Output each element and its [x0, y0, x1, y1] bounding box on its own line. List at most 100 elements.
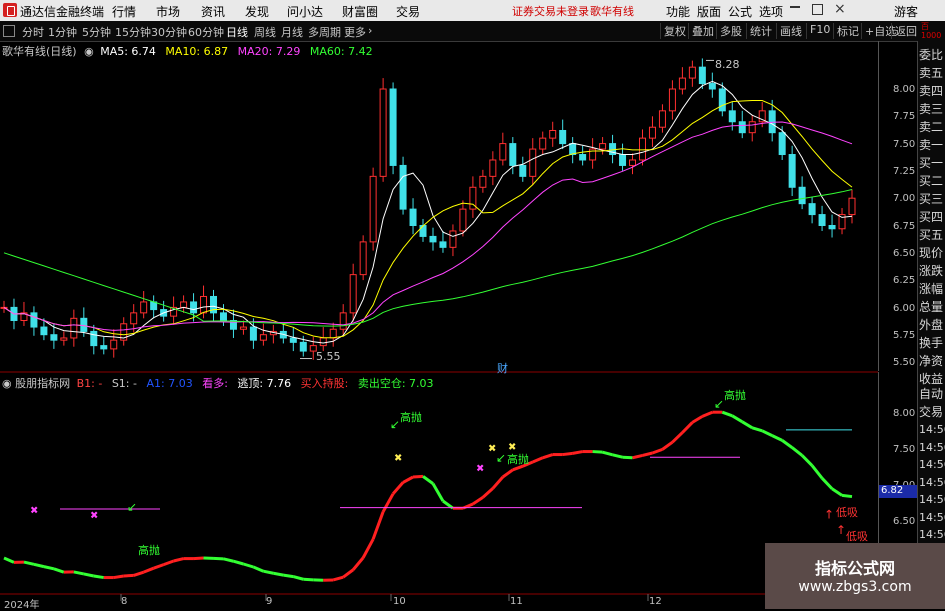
- candle-body-60: [600, 144, 606, 149]
- period-more[interactable]: 更多: [344, 24, 366, 40]
- side-item-16[interactable]: 换手: [919, 334, 943, 351]
- menu-gongneng[interactable]: 功能: [666, 3, 690, 20]
- sub-trend-seg-49: [483, 488, 493, 497]
- side-item-12[interactable]: 涨跌: [919, 262, 943, 279]
- axis-tick-675: 6.75: [893, 221, 915, 232]
- maximize-icon[interactable]: [812, 4, 823, 15]
- period-30min[interactable]: 30分钟: [151, 24, 187, 40]
- period-fenshi[interactable]: 分时: [22, 24, 44, 40]
- btn-f10[interactable]: F10: [806, 23, 833, 39]
- btn-biaoji[interactable]: 标记: [833, 23, 862, 39]
- candle-body-18: [181, 302, 187, 307]
- menu-shichang[interactable]: 市场: [156, 3, 180, 20]
- candle-body-63: [630, 160, 636, 165]
- sub-trend-seg-54: [533, 458, 543, 462]
- btn-fuquan[interactable]: 复权: [660, 23, 689, 39]
- sub-trend-seg-42: [413, 476, 423, 477]
- side-item-1[interactable]: 卖五: [919, 64, 943, 81]
- btn-diejia[interactable]: 叠加: [688, 23, 717, 39]
- period-1min[interactable]: 1分钟: [48, 24, 77, 40]
- side-item-13[interactable]: 涨幅: [919, 280, 943, 297]
- candle-body-4: [41, 327, 47, 335]
- period-15min[interactable]: 15分钟: [115, 24, 151, 40]
- menu-wenxiaoda[interactable]: 问小达: [287, 3, 323, 20]
- side-item-14[interactable]: 总量: [919, 298, 943, 315]
- dixi-arrow-0: ↑: [824, 507, 834, 521]
- login-notice[interactable]: 证券交易未登录: [512, 3, 589, 19]
- side-time-5: 14:56: [919, 511, 945, 524]
- sub-trend-seg-82: [812, 466, 822, 479]
- side-item-17[interactable]: 净资: [919, 352, 943, 369]
- menu-zixun[interactable]: 资讯: [201, 3, 225, 20]
- taoding-marker-0: ✖: [394, 453, 402, 464]
- legend-a1: A1: 7.03: [146, 377, 192, 390]
- candle-body-33: [330, 329, 336, 338]
- btn-huaxian[interactable]: 画线: [776, 23, 805, 39]
- axis-tick-700: 7.00: [893, 193, 915, 204]
- side-item-10[interactable]: 买五: [919, 226, 943, 243]
- sub-settings-icon[interactable]: ◉: [2, 377, 12, 390]
- candle-body-56: [560, 130, 566, 143]
- period-5min[interactable]: 5分钟: [82, 24, 111, 40]
- chart-canvas[interactable]: ✖✖✖✖✖✖↙↙↙↙↑↑: [0, 41, 878, 609]
- side-mid-item-1[interactable]: 交易: [919, 403, 943, 420]
- panel-toggle-icon[interactable]: [3, 25, 15, 37]
- sub-trend-seg-24: [233, 561, 243, 564]
- btn-tongji[interactable]: 统计: [746, 23, 775, 39]
- side-item-8[interactable]: 买三: [919, 190, 943, 207]
- guest-label[interactable]: 游客: [894, 3, 918, 20]
- side-item-3[interactable]: 卖三: [919, 100, 943, 117]
- side-item-5[interactable]: 卖一: [919, 136, 943, 153]
- chevron-right-icon[interactable]: ›: [368, 24, 372, 37]
- candle-body-35: [350, 275, 356, 313]
- axis-tick-650: 6.50: [893, 248, 915, 259]
- app-logo-icon: [3, 3, 17, 17]
- side-item-0[interactable]: 委比: [919, 46, 943, 63]
- menu-jiaoyi[interactable]: 交易: [396, 3, 420, 20]
- side-item-2[interactable]: 卖四: [919, 82, 943, 99]
- sub-trend-seg-14: [134, 572, 144, 575]
- menu-bar: 通达信金融终端 行情 市场 资讯 发现 问小达 财富圈 交易 证券交易未登录 歌…: [0, 0, 945, 22]
- candle-body-83: [829, 226, 835, 229]
- sub-trend-seg-51: [503, 470, 513, 477]
- candle-body-70: [699, 67, 705, 83]
- side-item-11[interactable]: 现价: [919, 244, 943, 261]
- menu-hangqing[interactable]: 行情: [112, 3, 136, 20]
- candle-body-30: [300, 342, 306, 351]
- candle-body-38: [380, 89, 386, 176]
- period-multi[interactable]: 多周期: [308, 24, 341, 40]
- side-item-9[interactable]: 买四: [919, 208, 943, 225]
- candle-body-39: [390, 89, 396, 165]
- sub-trend-seg-71: [702, 412, 712, 416]
- period-daily[interactable]: 日线: [226, 24, 248, 40]
- side-item-6[interactable]: 买一: [919, 154, 943, 171]
- menu-faxian[interactable]: 发现: [245, 3, 269, 20]
- watermark-url: www.zbgs3.com: [765, 579, 945, 595]
- menu-xuanxiang[interactable]: 选项: [759, 3, 783, 20]
- candle-body-71: [709, 84, 715, 89]
- btn-fanhui[interactable]: 返回: [891, 23, 920, 39]
- date-9: 9: [266, 596, 272, 607]
- side-item-15[interactable]: 外盘: [919, 316, 943, 333]
- sub-trend-seg-39: [383, 494, 393, 512]
- side-item-7[interactable]: 买二: [919, 172, 943, 189]
- candle-body-10: [101, 346, 107, 349]
- btn-duogu[interactable]: 多股: [716, 23, 745, 39]
- date-11: 11: [510, 596, 523, 607]
- legend-kanduo: 看多:: [202, 377, 228, 390]
- period-monthly[interactable]: 月线: [281, 24, 303, 40]
- menu-banmian[interactable]: 版面: [697, 3, 721, 20]
- sub-trend-seg-80: [792, 448, 802, 456]
- finance-event-label[interactable]: 财: [497, 360, 508, 376]
- close-icon[interactable]: ×: [834, 1, 846, 17]
- candle-body-5: [51, 335, 57, 340]
- period-60min[interactable]: 60分钟: [188, 24, 224, 40]
- candle-body-75: [749, 122, 755, 133]
- sub-trend-seg-67: [662, 442, 672, 449]
- side-mid-item-0[interactable]: 自动: [919, 385, 943, 402]
- menu-caifuquan[interactable]: 财富圈: [342, 3, 378, 20]
- side-item-4[interactable]: 卖二: [919, 118, 943, 135]
- minimize-icon[interactable]: [790, 6, 800, 8]
- menu-gongshi[interactable]: 公式: [728, 3, 752, 20]
- period-weekly[interactable]: 周线: [254, 24, 276, 40]
